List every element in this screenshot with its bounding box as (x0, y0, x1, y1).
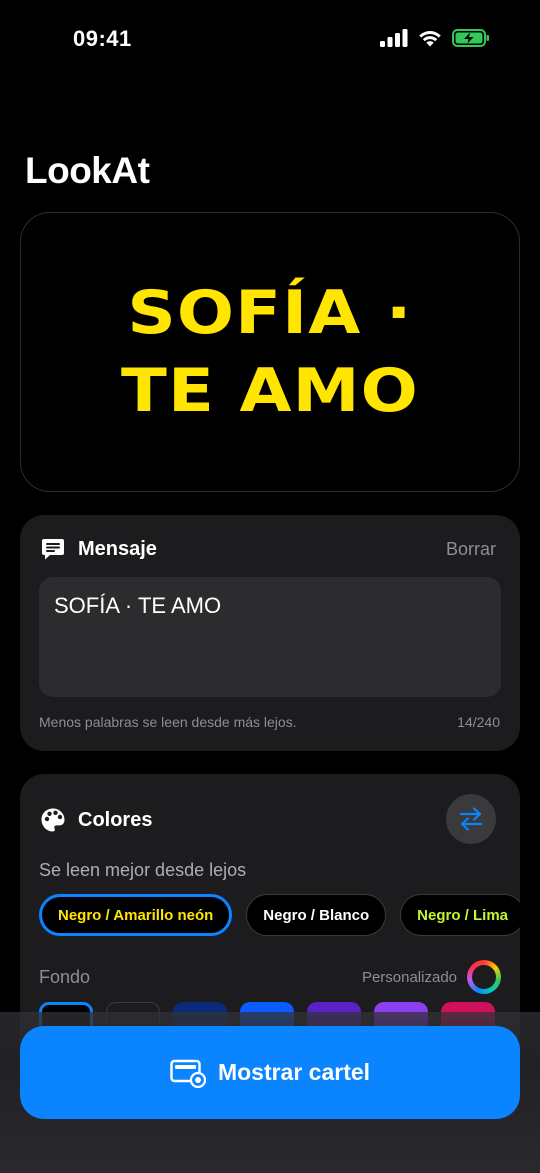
message-input-value: SOFÍA · TE AMO (54, 593, 222, 618)
colors-subtitle: Se leen mejor desde lejos (39, 860, 247, 880)
cellular-signal-icon (380, 29, 408, 47)
show-sign-button[interactable]: Mostrar cartel (20, 1026, 520, 1119)
status-bar: 09:41 (0, 0, 540, 80)
custom-color-label[interactable]: Personalizado (362, 969, 457, 986)
status-time: 09:41 (73, 26, 132, 51)
message-header: Mensaje Borrar (40, 535, 496, 563)
show-sign-label: Mostrar cartel (217, 1059, 371, 1085)
preset-chip-black-lime[interactable]: Negro / Lima (400, 894, 520, 936)
display-sign-icon (170, 1059, 206, 1088)
battery-charging-icon (452, 29, 489, 47)
swap-arrows-icon (459, 807, 483, 831)
message-hint: Menos palabras se leen desde más lejos. (39, 714, 297, 730)
swap-colors-button[interactable] (446, 794, 496, 844)
char-counter: 14/240 (457, 714, 500, 730)
clear-button[interactable]: Borrar (446, 539, 496, 560)
background-label: Fondo (39, 966, 91, 987)
background-row: Fondo Personalizado (39, 960, 501, 994)
message-bubble-icon (40, 536, 66, 562)
preset-chip-label: Negro / Amarillo neón (58, 906, 214, 924)
app-title: LookAt (25, 150, 150, 191)
wifi-icon (419, 31, 441, 47)
message-input[interactable]: SOFÍA · TE AMO (39, 577, 501, 697)
preset-chip-black-neon-yellow[interactable]: Negro / Amarillo neón (39, 894, 233, 936)
message-title: Mensaje (78, 537, 157, 560)
colors-title: Colores (78, 808, 153, 831)
preset-chip-label: Negro / Lima (417, 906, 509, 924)
preset-chip-label: Negro / Blanco (263, 906, 370, 924)
colors-header: Colores (40, 806, 496, 834)
preview-text: SOFÍA · TE AMO (121, 278, 419, 426)
color-wheel-icon[interactable] (467, 960, 501, 994)
message-hint-row: Menos palabras se leen desde más lejos. … (39, 714, 500, 730)
color-presets: Negro / Amarillo neón Negro / Blanco Neg… (39, 894, 520, 938)
message-card: Mensaje Borrar SOFÍA · TE AMO Menos pala… (20, 515, 520, 751)
status-icons (380, 29, 490, 47)
sign-preview[interactable]: SOFÍA · TE AMO (20, 212, 520, 492)
preset-chip-black-white[interactable]: Negro / Blanco (246, 894, 387, 936)
palette-icon (40, 807, 66, 833)
